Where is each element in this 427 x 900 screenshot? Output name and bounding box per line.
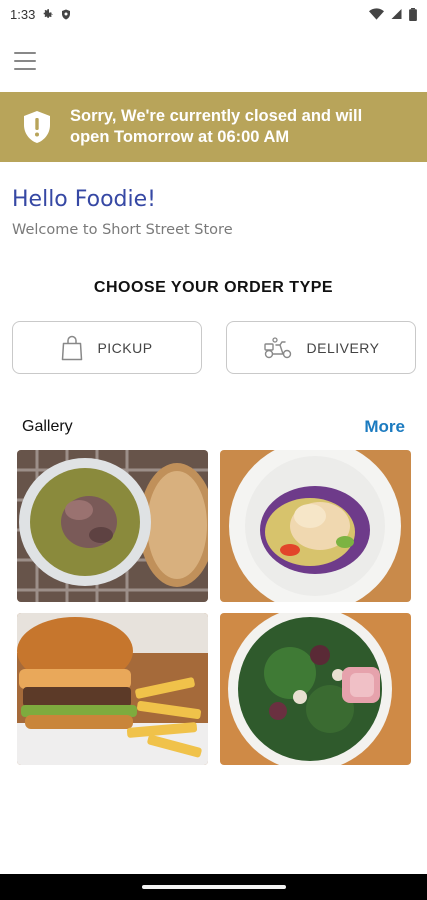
app-bar bbox=[0, 44, 427, 80]
shield-status-icon bbox=[62, 9, 71, 19]
delivery-scooter-icon bbox=[263, 336, 291, 358]
shopping-bag-icon bbox=[62, 335, 83, 360]
pickup-button[interactable]: PICKUP bbox=[12, 321, 202, 374]
gallery-image-salad-fish[interactable] bbox=[220, 450, 411, 602]
welcome-subtitle: Welcome to Short Street Store bbox=[12, 222, 233, 238]
status-time: 1:33 bbox=[10, 6, 36, 22]
status-right bbox=[369, 7, 417, 21]
battery-icon bbox=[409, 7, 417, 21]
status-bar: 1:33 bbox=[0, 0, 427, 28]
banner-message: Sorry, We're currently closed and will o… bbox=[70, 107, 363, 146]
status-left: 1:33 bbox=[10, 7, 72, 22]
wifi-icon bbox=[369, 8, 384, 20]
delivery-button[interactable]: DELIVERY bbox=[226, 321, 416, 374]
settings-gear-icon bbox=[44, 8, 53, 18]
gallery-heading: Gallery bbox=[22, 418, 73, 435]
greeting-title: Hello Foodie! bbox=[12, 187, 156, 212]
system-navigation-bar bbox=[0, 874, 427, 900]
gallery-more-link[interactable]: More bbox=[364, 417, 405, 437]
gallery-image-burger[interactable] bbox=[17, 613, 208, 765]
gallery-image-green-salad[interactable] bbox=[220, 613, 411, 765]
closed-banner: Sorry, We're currently closed and will o… bbox=[0, 92, 427, 162]
hamburger-menu-icon[interactable] bbox=[14, 52, 36, 70]
delivery-label: DELIVERY bbox=[306, 339, 380, 356]
order-type-heading: CHOOSE YOUR ORDER TYPE bbox=[93, 279, 334, 296]
pickup-label: PICKUP bbox=[97, 339, 153, 356]
home-gesture-handle[interactable] bbox=[141, 885, 286, 889]
shield-alert-icon bbox=[24, 111, 50, 143]
cell-signal-icon bbox=[391, 9, 402, 19]
gallery-image-soup[interactable] bbox=[17, 450, 208, 602]
